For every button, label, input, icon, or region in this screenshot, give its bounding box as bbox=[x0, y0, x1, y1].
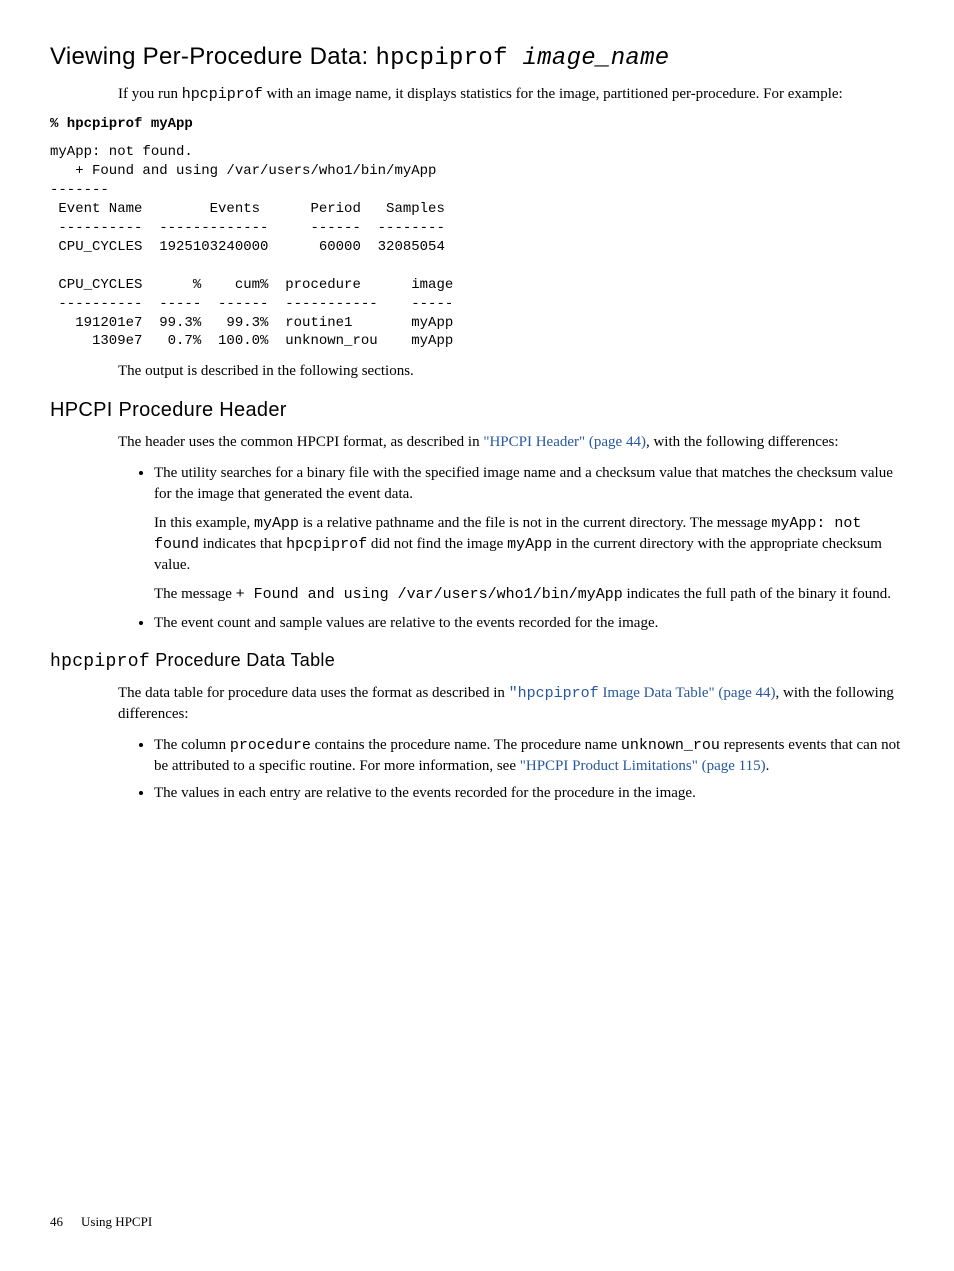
inline-code: myApp bbox=[254, 515, 299, 532]
command-prompt: % hpcpiprof myApp bbox=[50, 115, 904, 134]
bullet-text: The event count and sample values are re… bbox=[154, 615, 658, 631]
list-item: The column procedure contains the proced… bbox=[154, 735, 904, 777]
list-item: The values in each entry are relative to… bbox=[154, 783, 904, 804]
page-footer: 46 Using HPCPI bbox=[50, 1213, 152, 1231]
heading-text: Viewing Per-Procedure Data: bbox=[50, 43, 375, 70]
bullet-text: . bbox=[766, 758, 770, 774]
bullet-text: In this example, bbox=[154, 515, 254, 531]
bullet-text: contains the procedure name. The procedu… bbox=[311, 737, 621, 753]
subsection-heading-data-table: hpcpiprof Procedure Data Table bbox=[50, 648, 904, 675]
bullet-text: indicates the full path of the binary it… bbox=[623, 586, 891, 602]
heading-command: hpcpiprof bbox=[50, 652, 150, 672]
list-item: The utility searches for a binary file w… bbox=[154, 463, 904, 605]
bullet-paragraph: The message + Found and using /var/users… bbox=[154, 584, 904, 605]
bullet-text: is a relative pathname and the file is n… bbox=[299, 515, 771, 531]
bullet-text: did not find the image bbox=[367, 536, 507, 552]
header-text-b: , with the following differences: bbox=[646, 434, 839, 450]
limitations-link[interactable]: "HPCPI Product Limitations" (page 115) bbox=[520, 758, 766, 774]
header-link[interactable]: "HPCPI Header" (page 44) bbox=[483, 434, 646, 450]
intro-command: hpcpiprof bbox=[182, 86, 263, 103]
bullet-list-2: The column procedure contains the proced… bbox=[118, 735, 904, 804]
link-mono-part: "hpcpiprof bbox=[509, 685, 599, 702]
bullet-text: The column bbox=[154, 737, 230, 753]
heading-argument: image_name bbox=[508, 45, 670, 72]
intro-paragraph: If you run hpcpiprof with an image name,… bbox=[118, 84, 904, 105]
subsection-heading-procedure-header: HPCPI Procedure Header bbox=[50, 396, 904, 424]
bullet-text: indicates that bbox=[199, 536, 286, 552]
bullet-text: The message bbox=[154, 586, 236, 602]
bullet-text: The utility searches for a binary file w… bbox=[154, 463, 904, 505]
intro-text-a: If you run bbox=[118, 86, 182, 102]
bullet-list-1: The utility searches for a binary file w… bbox=[118, 463, 904, 634]
inline-code: unknown_rou bbox=[621, 737, 720, 754]
inline-code: + Found and using /var/users/who1/bin/my… bbox=[236, 586, 623, 603]
inline-code: procedure bbox=[230, 737, 311, 754]
section-heading: Viewing Per-Procedure Data: hpcpiprof im… bbox=[50, 40, 904, 76]
page-number: 46 bbox=[50, 1214, 63, 1229]
bullet-paragraph: In this example, myApp is a relative pat… bbox=[154, 513, 904, 576]
table-paragraph: The data table for procedure data uses t… bbox=[118, 683, 904, 725]
bullet-text: The values in each entry are relative to… bbox=[154, 785, 696, 801]
table-text-a: The data table for procedure data uses t… bbox=[118, 685, 509, 701]
output-described-text: The output is described in the following… bbox=[118, 361, 904, 382]
link-rest-part: Image Data Table" (page 44) bbox=[599, 685, 776, 701]
inline-code: hpcpiprof bbox=[286, 536, 367, 553]
footer-title: Using HPCPI bbox=[81, 1214, 152, 1229]
inline-code: myApp bbox=[507, 536, 552, 553]
output-block: myApp: not found. + Found and using /var… bbox=[50, 143, 904, 351]
intro-text-b: with an image name, it displays statisti… bbox=[263, 86, 843, 102]
heading-text: Procedure Data Table bbox=[150, 650, 335, 670]
heading-command: hpcpiprof bbox=[375, 45, 507, 72]
header-paragraph: The header uses the common HPCPI format,… bbox=[118, 432, 904, 453]
header-text-a: The header uses the common HPCPI format,… bbox=[118, 434, 483, 450]
table-link[interactable]: "hpcpiprof Image Data Table" (page 44) bbox=[509, 685, 776, 701]
list-item: The event count and sample values are re… bbox=[154, 613, 904, 634]
